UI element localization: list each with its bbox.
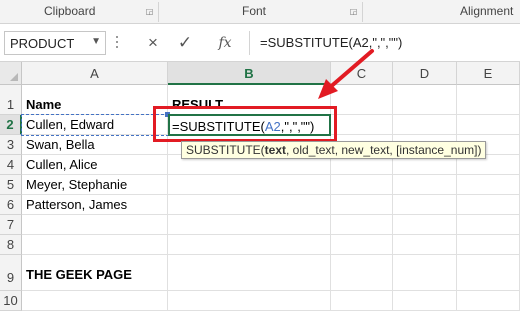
active-cell-b2[interactable]: =SUBSTITUTE(A2,",",""): [168, 114, 331, 136]
cell-e7[interactable]: [457, 215, 520, 235]
cell-d6[interactable]: [393, 195, 457, 215]
name-box-value: PRODUCT: [10, 36, 75, 51]
cell-edit-formula: =SUBSTITUTE(A2,",",""): [172, 119, 314, 134]
cell-c8[interactable]: [331, 235, 393, 255]
cell-d7[interactable]: [393, 215, 457, 235]
column-header-b[interactable]: B: [168, 62, 331, 85]
cell-a2-text: Cullen, Edward: [26, 117, 115, 132]
name-box[interactable]: PRODUCT ▼: [4, 31, 106, 55]
cell-c10[interactable]: [331, 291, 393, 311]
row-header-7[interactable]: 7: [0, 215, 22, 235]
cell-b1-text: RESULT: [172, 97, 224, 112]
formula-ref: A2: [264, 119, 281, 134]
cell-b8[interactable]: [168, 235, 331, 255]
enter-button[interactable]: ✓: [172, 31, 198, 55]
row-header-9[interactable]: 9: [0, 255, 22, 291]
cell-a6[interactable]: Patterson, James: [22, 195, 168, 215]
cell-e9[interactable]: [457, 255, 520, 291]
cell-a5[interactable]: Meyer, Stephanie: [22, 175, 168, 195]
cell-d9[interactable]: [393, 255, 457, 291]
cell-e6[interactable]: [457, 195, 520, 215]
row-header-10[interactable]: 10: [0, 291, 22, 311]
formula-text: =SUBSTITUTE(A2,",",""): [260, 35, 403, 50]
cell-c6[interactable]: [331, 195, 393, 215]
cell-a4[interactable]: Cullen, Alice: [22, 155, 168, 175]
cell-c9[interactable]: [331, 255, 393, 291]
cell-a10[interactable]: [22, 291, 168, 311]
cell-e8[interactable]: [457, 235, 520, 255]
cell-b7[interactable]: [168, 215, 331, 235]
cell-d2[interactable]: [393, 115, 457, 135]
cell-a1[interactable]: Name: [22, 85, 168, 115]
cell-c5[interactable]: [331, 175, 393, 195]
row-header-6[interactable]: 6: [0, 195, 22, 215]
formula-prefix: =SUBSTITUTE(: [172, 119, 265, 134]
row-header-1[interactable]: 1: [0, 85, 22, 115]
cell-d10[interactable]: [393, 291, 457, 311]
cell-b1[interactable]: RESULT: [168, 85, 331, 115]
row-header-5[interactable]: 5: [0, 175, 22, 195]
chevron-down-icon[interactable]: ▼: [91, 36, 101, 47]
ribbon-separator: [158, 2, 159, 22]
font-group-label: Font: [242, 4, 267, 18]
row-header-3[interactable]: 3: [0, 135, 22, 155]
insert-function-button[interactable]: fx: [212, 31, 238, 55]
column-header-a[interactable]: A: [22, 62, 168, 85]
ribbon-separator: [362, 2, 363, 22]
cell-a8[interactable]: [22, 235, 168, 255]
row-header-8[interactable]: 8: [0, 235, 22, 255]
cell-b5[interactable]: [168, 175, 331, 195]
cell-d5[interactable]: [393, 175, 457, 195]
cell-d8[interactable]: [393, 235, 457, 255]
cell-a3[interactable]: Swan, Bella: [22, 135, 168, 155]
cell-c2[interactable]: [331, 115, 393, 135]
alignment-group-label: Alignment: [460, 4, 514, 18]
row-header-4[interactable]: 4: [0, 155, 22, 175]
cell-a9[interactable]: THE GEEK PAGE: [22, 255, 168, 291]
cell-e1[interactable]: [457, 85, 520, 115]
drag-handle-icon[interactable]: [116, 36, 119, 50]
function-tooltip: SUBSTITUTE(text, old_text, new_text, [in…: [181, 141, 487, 159]
cell-b10[interactable]: [168, 291, 331, 311]
column-header-c[interactable]: C: [331, 62, 393, 85]
cell-a2[interactable]: Cullen, Edward: [22, 115, 168, 135]
column-header-e[interactable]: E: [457, 62, 520, 85]
cell-a1-text: Name: [26, 97, 62, 112]
formula-suffix: ,",",""): [280, 119, 315, 134]
cell-c1[interactable]: [331, 85, 393, 115]
ribbon-group-labels: Clipboard ◲ Font ◲ Alignment: [0, 0, 520, 24]
clipboard-launcher-icon[interactable]: ◲: [145, 7, 154, 16]
cell-e10[interactable]: [457, 291, 520, 311]
clipboard-group-label: Clipboard: [44, 4, 96, 18]
cell-a4-text: Cullen, Alice: [26, 157, 98, 172]
column-header-d[interactable]: D: [393, 62, 457, 85]
tooltip-func: SUBSTITUTE(: [186, 143, 265, 157]
row-header-2[interactable]: 2: [0, 115, 22, 135]
tooltip-arg-text: text: [264, 143, 287, 157]
cell-e2[interactable]: [457, 115, 520, 135]
font-launcher-icon[interactable]: ◲: [349, 7, 358, 16]
cell-a9-text: THE GEEK PAGE: [26, 267, 132, 282]
tooltip-rest: , old_text, new_text, [instance_num]): [286, 143, 482, 157]
cell-c7[interactable]: [331, 215, 393, 235]
formula-bar: PRODUCT ▼ × ✓ fx =SUBSTITUTE(A2,",",""): [0, 24, 520, 62]
select-all-button[interactable]: [0, 62, 22, 85]
cell-b6[interactable]: [168, 195, 331, 215]
cell-a3-text: Swan, Bella: [26, 137, 95, 152]
formula-input[interactable]: =SUBSTITUTE(A2,",",""): [249, 31, 517, 55]
cell-e5[interactable]: [457, 175, 520, 195]
cell-b9[interactable]: [168, 255, 331, 291]
cell-d1[interactable]: [393, 85, 457, 115]
spreadsheet-grid: A B C D E 1 2 3 4 5 6 7 8 9 10 Name RESU…: [0, 62, 520, 317]
cell-a5-text: Meyer, Stephanie: [26, 177, 128, 192]
cell-a6-text: Patterson, James: [26, 197, 128, 212]
cell-a7[interactable]: [22, 215, 168, 235]
cancel-button[interactable]: ×: [140, 31, 166, 55]
